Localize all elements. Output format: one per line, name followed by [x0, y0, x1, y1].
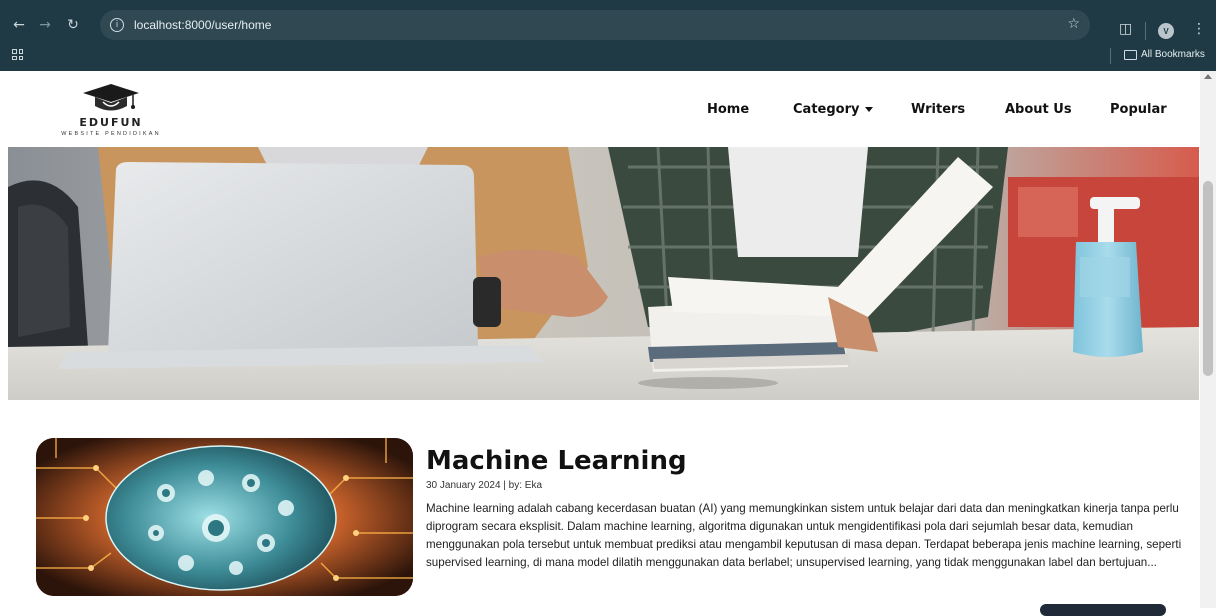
caret-down-icon	[865, 107, 874, 112]
browser-toolbar: ← → ↻ i localhost:8000/user/home ☆ ◫ V ⋮	[0, 7, 1216, 43]
site-header: EDUFUN WEBSITE PENDIDIKAN Home Category …	[0, 71, 1200, 147]
nav-category-label: Category	[793, 102, 860, 117]
profile-avatar[interactable]: V	[1158, 23, 1174, 39]
article-meta: 30 January 2024 | by: Eka	[426, 480, 543, 491]
nav-home[interactable]: Home	[707, 102, 749, 117]
address-url[interactable]: localhost:8000/user/home	[134, 18, 271, 32]
bookmarks-divider	[1110, 48, 1111, 64]
all-bookmarks-label[interactable]: All Bookmarks	[1141, 49, 1205, 60]
logo-name: EDUFUN	[79, 116, 143, 129]
apps-grid-icon[interactable]	[12, 49, 23, 60]
ai-brain-illustration	[36, 438, 413, 596]
students-studying-illustration	[8, 147, 1199, 400]
article-thumbnail-image[interactable]	[36, 438, 413, 596]
nav-about-us[interactable]: About Us	[1005, 102, 1072, 117]
graduation-cap-icon	[83, 84, 139, 111]
folder-icon[interactable]	[1124, 50, 1137, 60]
scroll-up-arrow-icon[interactable]	[1204, 74, 1212, 79]
browser-chrome: ← → ↻ i localhost:8000/user/home ☆ ◫ V ⋮…	[0, 0, 1216, 71]
page-scrollbar[interactable]	[1200, 71, 1216, 608]
article-title[interactable]: Machine Learning	[426, 446, 687, 476]
nav-writers[interactable]: Writers	[911, 102, 965, 117]
forward-arrow-icon[interactable]: →	[34, 14, 56, 36]
kebab-menu-icon[interactable]: ⋮	[1192, 21, 1206, 37]
address-bar[interactable]: i localhost:8000/user/home ☆	[100, 10, 1090, 40]
reload-icon[interactable]: ↻	[62, 14, 84, 36]
logo-tagline: WEBSITE PENDIDIKAN	[61, 131, 161, 137]
toolbar-divider	[1145, 22, 1146, 40]
back-arrow-icon[interactable]: ←	[8, 14, 30, 36]
scrollbar-thumb[interactable]	[1203, 181, 1213, 376]
star-icon[interactable]: ☆	[1067, 16, 1080, 32]
article-excerpt: Machine learning adalah cabang kecerdasa…	[426, 502, 1182, 569]
read-more-button[interactable]	[1040, 604, 1166, 616]
bookmarks-bar: All Bookmarks	[0, 43, 1216, 69]
hero-banner-image	[8, 147, 1199, 400]
info-icon[interactable]: i	[110, 18, 124, 32]
site-logo[interactable]: EDUFUN WEBSITE PENDIDIKAN	[52, 80, 170, 142]
extensions-icon[interactable]: ◫	[1119, 21, 1132, 37]
nav-popular[interactable]: Popular	[1110, 102, 1167, 117]
nav-category[interactable]: Category	[793, 102, 874, 117]
